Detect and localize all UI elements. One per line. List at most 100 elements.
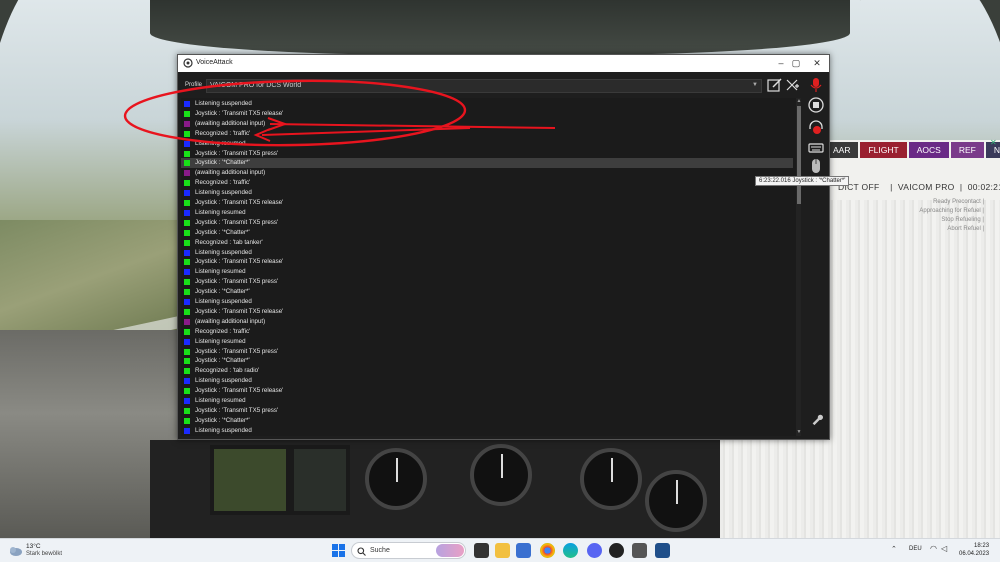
- wrench-icon[interactable]: [810, 412, 824, 426]
- headset-icon[interactable]: [808, 119, 824, 135]
- vaicom-tab-ref[interactable]: REF: [950, 142, 984, 158]
- log-status-marker: [184, 348, 190, 355]
- log-status-marker: [184, 308, 190, 315]
- chrome-icon[interactable]: [540, 543, 555, 558]
- log-row[interactable]: Listening suspended: [181, 99, 793, 109]
- log-row[interactable]: (awaiting additional input): [181, 168, 793, 178]
- log-row[interactable]: Joystick : 'Transmit TX5 press': [181, 149, 793, 159]
- log-row[interactable]: Listening resumed: [181, 337, 793, 347]
- vaicom-menu-item[interactable]: Ready Precontact |: [919, 198, 984, 207]
- microphone-icon[interactable]: [808, 77, 824, 93]
- taskbar-app-icon[interactable]: [609, 543, 624, 558]
- close-button[interactable]: ✕: [808, 57, 826, 70]
- log-row[interactable]: Recognized : 'traffic': [181, 129, 793, 139]
- vaicom-tab-aocs[interactable]: AOCS: [908, 142, 949, 158]
- log-text: Listening resumed: [195, 208, 246, 216]
- log-row[interactable]: Listening suspended: [181, 426, 793, 436]
- log-row[interactable]: Recognized : 'traffic': [181, 327, 793, 337]
- log-row[interactable]: Recognized : 'tab radio': [181, 366, 793, 376]
- log-row[interactable]: Joystick : '*Chatter*': [181, 416, 793, 426]
- instrument-gauge: [470, 444, 532, 506]
- keyboard-icon[interactable]: [808, 140, 824, 156]
- log-row[interactable]: Joystick : 'Transmit TX5 press': [181, 347, 793, 357]
- log-text: (awaiting additional input): [195, 317, 266, 325]
- log-status-marker: [184, 219, 190, 226]
- scroll-down-icon[interactable]: ▼: [796, 429, 801, 435]
- log-status-marker: [184, 259, 190, 266]
- log-row[interactable]: Listening suspended: [181, 376, 793, 386]
- log-row[interactable]: Joystick : '*Chatter*': [181, 158, 793, 169]
- log-status-marker: [184, 338, 190, 345]
- profile-dropdown[interactable]: VAICOM PRO for DCS World ▼: [206, 79, 762, 93]
- chevron-up-icon[interactable]: ⌃: [891, 545, 897, 553]
- log-row[interactable]: Joystick : 'Transmit TX5 release': [181, 198, 793, 208]
- log-row[interactable]: Joystick : '*Chatter*': [181, 356, 793, 366]
- log-text: Recognized : 'traffic': [195, 179, 251, 187]
- vaicom-menu-item[interactable]: Abort Refuel |: [919, 225, 984, 234]
- dcs-world-icon[interactable]: [655, 543, 670, 558]
- file-explorer-icon[interactable]: [495, 543, 510, 558]
- log-row[interactable]: Recognized : 'traffic': [181, 178, 793, 188]
- log-list[interactable]: Listening suspended Joystick : 'Transmit …: [181, 98, 801, 436]
- log-status-marker: [184, 150, 190, 157]
- weather-widget[interactable]: 13°C Stark bewölkt: [8, 542, 98, 560]
- log-row[interactable]: Recognized : 'tab tanker': [181, 238, 793, 248]
- log-row[interactable]: (awaiting additional input): [181, 119, 793, 129]
- vaicom-menu-item[interactable]: Approaching for Refuel |: [919, 207, 984, 216]
- log-row[interactable]: Joystick : '*Chatter*': [181, 287, 793, 297]
- log-row[interactable]: (awaiting additional input): [181, 317, 793, 327]
- log-row[interactable]: Joystick : 'Transmit TX5 release': [181, 307, 793, 317]
- profile-options-icon[interactable]: [784, 77, 800, 93]
- log-row[interactable]: Joystick : 'Transmit TX5 press': [181, 218, 793, 228]
- log-status-marker: [184, 140, 190, 147]
- close-icon[interactable]: ✕: [990, 138, 997, 147]
- taskbar-app-icon[interactable]: [516, 543, 531, 558]
- log-status-marker: [184, 190, 190, 197]
- edit-profile-icon[interactable]: [767, 77, 783, 93]
- mouse-icon[interactable]: [808, 158, 824, 174]
- log-row[interactable]: Joystick : 'Transmit TX5 press': [181, 277, 793, 287]
- log-text: Listening suspended: [195, 377, 252, 385]
- vaicom-tab-aar[interactable]: AAR: [825, 142, 859, 158]
- log-row[interactable]: Joystick : '*Chatter*': [181, 228, 793, 238]
- log-text: Joystick : 'Transmit TX5 press': [195, 218, 279, 226]
- log-row[interactable]: Joystick : 'Transmit TX5 press': [181, 406, 793, 416]
- voiceattack-taskbar-icon[interactable]: [632, 543, 647, 558]
- log-status-marker: [184, 427, 190, 434]
- wifi-icon[interactable]: ◠: [930, 544, 937, 553]
- log-text: Joystick : 'Transmit TX5 release': [195, 258, 284, 266]
- scroll-up-icon[interactable]: ▲: [796, 98, 801, 104]
- input-language[interactable]: DEU: [909, 546, 922, 552]
- log-row[interactable]: Joystick : 'Transmit TX5 release': [181, 109, 793, 119]
- log-row[interactable]: Listening resumed: [181, 139, 793, 149]
- title-bar[interactable]: VoiceAttack – ▢ ✕: [178, 55, 829, 72]
- windows-start-icon[interactable]: [331, 543, 346, 558]
- taskbar-search[interactable]: Suche: [351, 542, 466, 559]
- log-text: Listening suspended: [195, 248, 252, 256]
- instrument-gauge: [365, 448, 427, 510]
- stop-icon[interactable]: [808, 97, 824, 113]
- profile-label: Profile: [185, 82, 203, 88]
- maximize-button[interactable]: ▢: [787, 57, 805, 70]
- log-text: Joystick : 'Transmit TX5 release': [195, 307, 284, 315]
- log-row[interactable]: Listening resumed: [181, 396, 793, 406]
- discord-icon[interactable]: [587, 543, 602, 558]
- scrollbar-thumb[interactable]: [797, 106, 801, 204]
- log-text: Listening suspended: [195, 298, 252, 305]
- speaker-icon[interactable]: ◁: [941, 544, 947, 553]
- log-row[interactable]: Listening resumed: [181, 208, 793, 218]
- edge-icon[interactable]: [563, 543, 578, 558]
- log-row[interactable]: Listening suspended: [181, 248, 793, 258]
- search-icon: [357, 547, 366, 556]
- task-view-icon[interactable]: [474, 543, 489, 558]
- log-row[interactable]: Joystick : 'Transmit TX5 release': [181, 257, 793, 267]
- log-row[interactable]: Listening suspended: [181, 188, 793, 198]
- vaicom-menu-item[interactable]: Stop Refueling |: [919, 216, 984, 225]
- log-row[interactable]: Listening resumed: [181, 267, 793, 277]
- vaicom-tab-flight[interactable]: FLIGHT: [860, 142, 907, 158]
- log-row[interactable]: Joystick : 'Transmit TX5 release': [181, 386, 793, 396]
- log-row[interactable]: Listening suspended: [181, 297, 793, 307]
- vertical-scrollbar[interactable]: ▲ ▼: [796, 98, 801, 436]
- weather-temperature: 13°C: [26, 543, 41, 550]
- system-clock[interactable]: 18:23 06.04.2023: [959, 542, 989, 558]
